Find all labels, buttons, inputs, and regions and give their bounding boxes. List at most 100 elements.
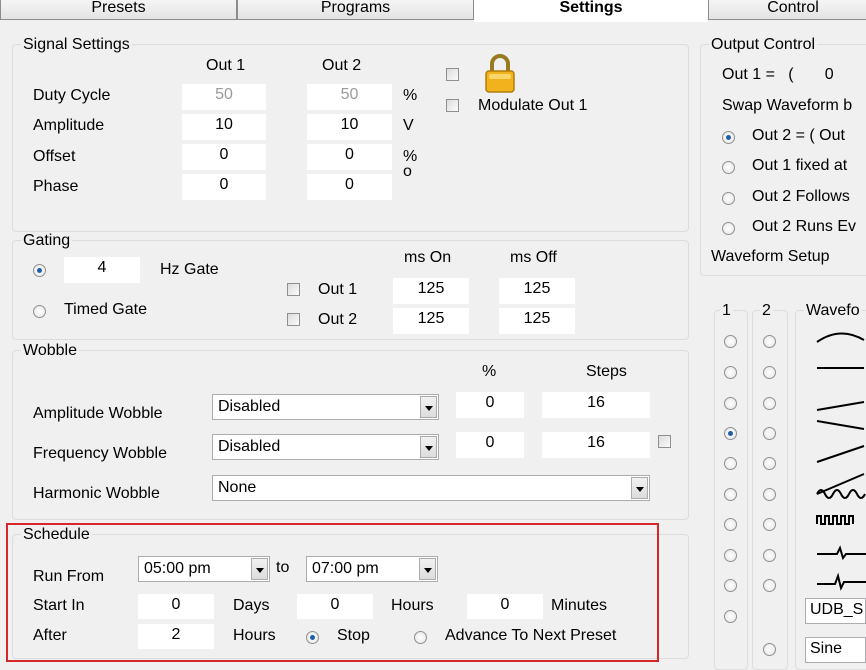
wave-ch1-radio-3[interactable]: [724, 397, 737, 410]
gate-out2-label: Out 2: [318, 311, 358, 328]
tab-presets[interactable]: Presets: [0, 0, 237, 20]
frequency-wobble-percent-field[interactable]: 0: [456, 432, 524, 458]
harmonic-wobble-dropdown-icon[interactable]: [631, 477, 648, 499]
ms-off-header: ms Off: [510, 249, 557, 266]
wave-ch1-radio-9[interactable]: [724, 579, 737, 592]
wave-ch1-radio-2[interactable]: [724, 366, 737, 379]
waveform-col3-header: Wavefo: [804, 302, 862, 320]
timed-gate-label: Timed Gate: [64, 301, 147, 318]
phase-out2-field[interactable]: 0: [307, 174, 392, 200]
output-control-title: Output Control: [709, 36, 818, 54]
timed-gate-radio[interactable]: [33, 305, 46, 318]
lock-checkbox[interactable]: [446, 68, 459, 81]
duty-cycle-out2-field[interactable]: 50: [307, 84, 392, 110]
wave-ch2-radio-5[interactable]: [763, 457, 776, 470]
udb-waveform-field[interactable]: UDB_S: [805, 598, 866, 624]
wave-ch1-radio-8[interactable]: [724, 549, 737, 562]
output-option-radio-4[interactable]: [722, 222, 735, 235]
frequency-wobble-dropdown-icon[interactable]: [420, 436, 437, 458]
hz-gate-radio[interactable]: [33, 264, 46, 277]
output-option-radio-1[interactable]: [722, 131, 735, 144]
output-option-label-3: Out 2 Follows: [752, 188, 850, 205]
gate-out1-on-field[interactable]: 125: [393, 278, 469, 304]
wobble-title: Wobble: [21, 342, 79, 360]
wave-ch1-radio-1[interactable]: [724, 335, 737, 348]
ms-on-header: ms On: [404, 249, 452, 266]
gate-out2-on-field[interactable]: 125: [393, 308, 469, 334]
wave-ch2-radio-3[interactable]: [763, 397, 776, 410]
output-option-label-4: Out 2 Runs Ev: [752, 218, 857, 235]
gate-out2-off-field[interactable]: 125: [499, 308, 575, 334]
frequency-wobble-label: Frequency Wobble: [33, 445, 167, 462]
output-option-label-1: Out 2 = ( Out: [752, 127, 845, 144]
wave-ch2-radio-7[interactable]: [763, 518, 776, 531]
frequency-wobble-select[interactable]: Disabled: [212, 434, 439, 460]
duty-cycle-out1-field[interactable]: 50: [182, 84, 266, 110]
sine-waveform-field[interactable]: Sine: [805, 637, 866, 663]
wave-ch1-radio-6[interactable]: [724, 488, 737, 501]
wave-sine-icon: [816, 489, 866, 499]
wave-ch2-radio-9[interactable]: [763, 579, 776, 592]
wave-burst-icon: [817, 572, 866, 591]
offset-out2-field[interactable]: 0: [307, 144, 392, 170]
waveform-col2-header: 2: [760, 302, 773, 320]
frequency-wobble-checkbox[interactable]: [658, 435, 671, 448]
harmonic-wobble-label: Harmonic Wobble: [33, 485, 160, 502]
wobble-steps-header: Steps: [586, 363, 627, 380]
lock-icon[interactable]: [483, 52, 517, 94]
wave-ch2-radio-8[interactable]: [763, 549, 776, 562]
waveform-col1-header: 1: [720, 302, 733, 320]
amplitude-out1-field[interactable]: 10: [182, 114, 266, 140]
wave-ch1-radio-5[interactable]: [724, 457, 737, 470]
modulate-out1-label[interactable]: Modulate Out 1: [478, 96, 587, 116]
wave-square-icon: [816, 515, 854, 525]
amplitude-wobble-value: Disabled: [218, 398, 281, 415]
out2-header: Out 2: [322, 57, 362, 74]
output-option-radio-2[interactable]: [722, 161, 735, 174]
tab-settings[interactable]: Settings: [474, 0, 708, 22]
amplitude-label: Amplitude: [33, 117, 105, 134]
frequency-wobble-steps-field[interactable]: 16: [542, 432, 650, 458]
schedule-highlight: [6, 523, 659, 662]
offset-label: Offset: [33, 148, 76, 165]
frequency-wobble-value: Disabled: [218, 438, 281, 455]
gate-out2-checkbox[interactable]: [287, 313, 300, 326]
wave-sawtooth-icon: [816, 445, 865, 463]
wave-ch1-radio-10[interactable]: [724, 610, 737, 623]
phase-out1-field[interactable]: 0: [182, 174, 266, 200]
wave-ch2-radio-10[interactable]: [763, 643, 776, 656]
offset-out1-field[interactable]: 0: [182, 144, 266, 170]
wave-ch1-radio-7[interactable]: [724, 518, 737, 531]
gating-title: Gating: [21, 232, 73, 250]
modulate-out1-checkbox[interactable]: [446, 99, 459, 112]
amplitude-out2-field[interactable]: 10: [307, 114, 392, 140]
amplitude-wobble-percent-field[interactable]: 0: [456, 392, 524, 418]
duty-cycle-unit: %: [403, 87, 418, 104]
output-option-radio-3[interactable]: [722, 192, 735, 205]
gate-out1-off-field[interactable]: 125: [499, 278, 575, 304]
amplitude-wobble-select[interactable]: Disabled: [212, 394, 439, 420]
gate-out1-checkbox[interactable]: [287, 283, 300, 296]
wave-ch2-radio-1[interactable]: [763, 335, 776, 348]
wave-ch2-radio-4[interactable]: [763, 427, 776, 440]
amplitude-wobble-dropdown-icon[interactable]: [420, 396, 437, 418]
wave-ch1-radio-4[interactable]: [724, 427, 737, 440]
wave-ch2-radio-2[interactable]: [763, 366, 776, 379]
harmonic-wobble-value: None: [218, 479, 257, 496]
wave-ch2-radio-6[interactable]: [763, 488, 776, 501]
output-option-label-2: Out 1 fixed at: [752, 157, 848, 174]
harmonic-wobble-select[interactable]: None: [212, 475, 650, 501]
waveform-icons: [815, 328, 866, 596]
wave-ramp-up-icon: [816, 401, 865, 411]
hz-gate-label: Hz Gate: [160, 261, 219, 278]
signal-settings-title: Signal Settings: [21, 36, 132, 54]
hz-gate-field[interactable]: 4: [64, 257, 140, 283]
amplitude-wobble-steps-field[interactable]: 16: [542, 392, 650, 418]
waveform-setup-title: Waveform Setup: [709, 248, 832, 266]
tab-programs[interactable]: Programs: [237, 0, 474, 20]
swap-waveform-label: Swap Waveform b: [722, 97, 853, 114]
gate-out1-label: Out 1: [318, 281, 358, 298]
amplitude-wobble-label: Amplitude Wobble: [33, 405, 163, 422]
tab-control[interactable]: Control: [708, 0, 866, 20]
out1-header: Out 1: [206, 57, 246, 74]
